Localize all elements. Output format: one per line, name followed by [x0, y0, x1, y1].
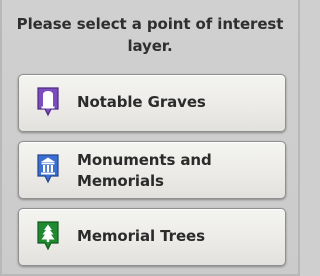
- notable-graves-button[interactable]: Notable Graves: [18, 74, 286, 132]
- monument-marker-icon: [37, 154, 59, 184]
- layer-select-panel: Please select a point of interest layer.…: [0, 0, 300, 276]
- prompt-text: Please select a point of interest layer.: [16, 15, 284, 55]
- notable-graves-label: Notable Graves: [77, 93, 206, 111]
- monuments-memorials-label: Monuments and Memorials: [77, 151, 212, 190]
- grave-marker-icon: [37, 87, 59, 117]
- memorial-trees-button[interactable]: Memorial Trees: [18, 208, 286, 266]
- tree-marker-icon: [37, 221, 59, 251]
- monuments-memorials-button[interactable]: Monuments and Memorials: [18, 141, 286, 199]
- memorial-trees-label: Memorial Trees: [77, 227, 205, 245]
